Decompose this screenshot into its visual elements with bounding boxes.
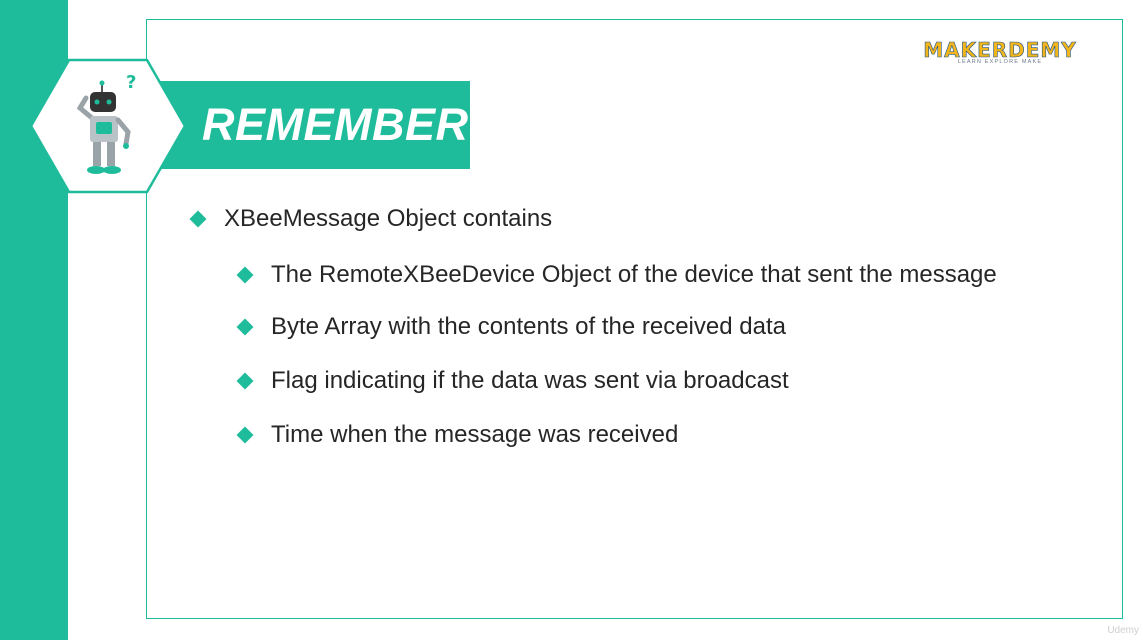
- diamond-bullet-icon: [189, 210, 207, 228]
- makerdemy-logo: MAKERDEMY LEARN EXPLORE MAKE: [916, 38, 1086, 68]
- diamond-bullet-icon: [236, 372, 254, 390]
- bullet-item: Time when the message was received: [236, 421, 679, 449]
- bullet-text: Byte Array with the contents of the rece…: [271, 313, 786, 340]
- diamond-bullet-icon: [236, 318, 254, 336]
- svg-text:?: ?: [126, 72, 136, 93]
- diamond-bullet-icon: [236, 426, 254, 444]
- logo-tagline: LEARN EXPLORE MAKE: [957, 59, 1043, 65]
- diamond-bullet-icon: [236, 266, 254, 284]
- bullet-text: XBeeMessage Object contains: [224, 205, 553, 232]
- bullet-item: Flag indicating if the data was sent via…: [236, 367, 789, 395]
- bullet-item: XBeeMessage Object contains: [189, 205, 553, 233]
- bullet-item: The RemoteXBeeDevice Object of the devic…: [236, 261, 997, 289]
- slide-heading: REMEMBER: [202, 99, 469, 150]
- udemy-watermark: Udemy: [1107, 625, 1139, 636]
- bullet-text: Flag indicating if the data was sent via…: [271, 367, 789, 394]
- bullet-text: The RemoteXBeeDevice Object of the devic…: [271, 261, 997, 288]
- robot-mascot-icon: ?: [30, 58, 186, 194]
- bullet-text: Time when the message was received: [271, 421, 679, 448]
- bullet-item: Byte Array with the contents of the rece…: [236, 313, 786, 341]
